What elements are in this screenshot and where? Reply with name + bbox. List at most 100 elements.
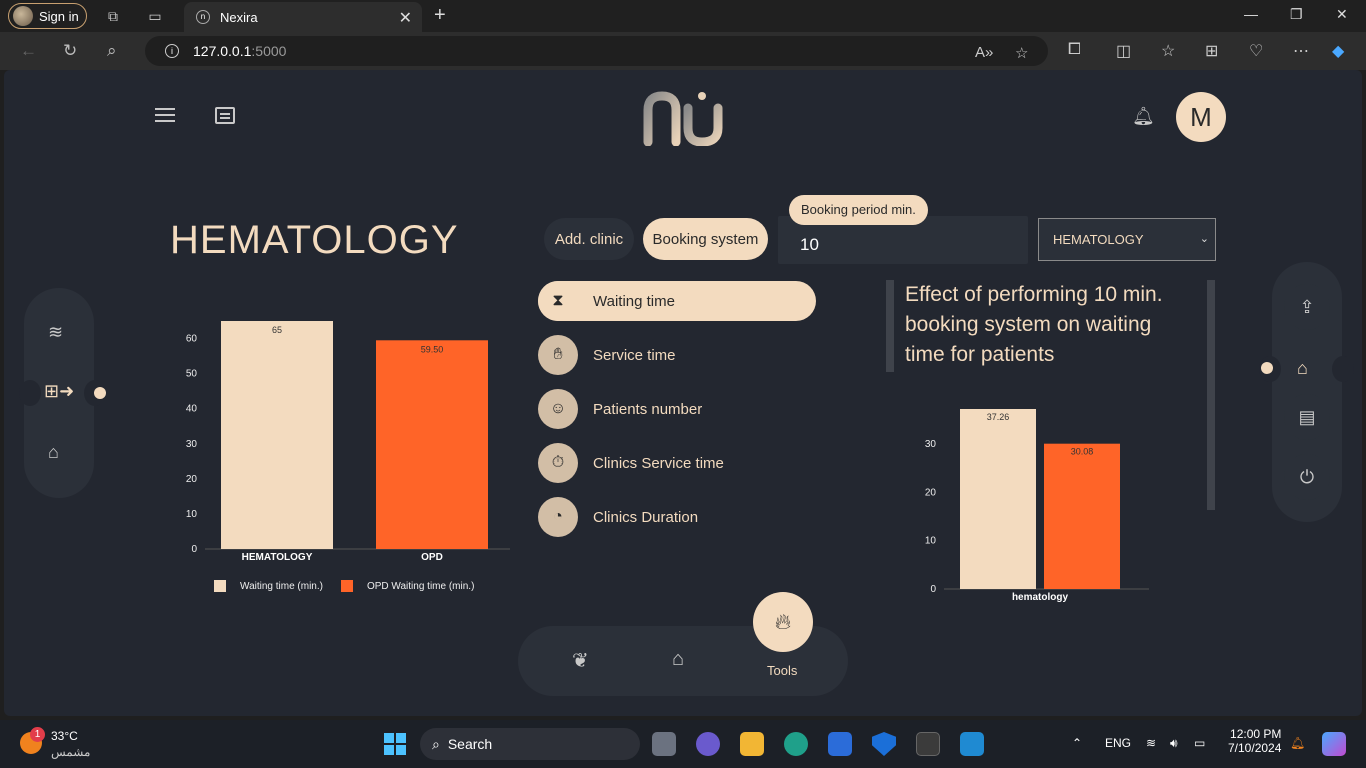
messages-icon[interactable]: [215, 107, 235, 124]
more-menu-icon[interactable]: ⋯: [1293, 41, 1309, 61]
read-aloud-icon[interactable]: A»: [975, 44, 993, 61]
browser-tab[interactable]: n Nexira ✕: [184, 2, 422, 32]
file-explorer-icon[interactable]: [740, 732, 764, 756]
search-icon: ⌕: [432, 735, 440, 752]
terminal-icon[interactable]: [916, 732, 940, 756]
extensions-icon[interactable]: ⧠: [1068, 41, 1081, 59]
vscode-icon[interactable]: [960, 732, 984, 756]
menu-item-clinics-service-time[interactable]: ⏱︎ Clinics Service time: [538, 443, 724, 483]
add-clinic-button[interactable]: Add. clinic: [544, 218, 634, 260]
effect-scrollbar[interactable]: [1207, 280, 1215, 510]
chevron-down-icon: ⌄: [1199, 233, 1209, 245]
copilot-icon[interactable]: ◆: [1332, 41, 1344, 61]
tab-actions-icon[interactable]: ▭: [146, 7, 164, 25]
collections-icon[interactable]: ⊞: [1205, 41, 1218, 61]
menu-item-waiting-time[interactable]: ⧗ Waiting time: [538, 281, 816, 321]
copilot-taskbar-icon[interactable]: [1322, 732, 1346, 756]
power-icon[interactable]: ⏻: [1284, 454, 1330, 500]
language-indicator[interactable]: ENG: [1105, 736, 1131, 750]
defender-icon[interactable]: [872, 732, 896, 756]
taskbar-search[interactable]: ⌕ Search: [420, 728, 640, 760]
restore-icon[interactable]: ❐: [1290, 6, 1303, 23]
notification-bell-icon[interactable]: 🔔︎: [1290, 736, 1305, 750]
menu-item-service-time[interactable]: ✋︎ Service time: [538, 335, 676, 375]
y-tick-label: 50: [186, 369, 198, 380]
y-tick-label: 30: [925, 439, 937, 450]
teams-icon[interactable]: [696, 732, 720, 756]
weather-temperature: 33°C: [51, 729, 78, 743]
menu-item-clinics-duration[interactable]: ◔ Clinics Duration: [538, 497, 698, 537]
home-icon[interactable]: ⌂: [672, 648, 684, 671]
tray-overflow-icon[interactable]: ⌃: [1072, 736, 1082, 750]
y-tick-label: 20: [925, 487, 937, 498]
favorites-icon[interactable]: ☆: [1161, 41, 1175, 61]
add-clinic-arrow-icon[interactable]: ⊞➜: [44, 381, 74, 402]
effect-description: Effect of performing 10 min. booking sys…: [905, 283, 1163, 366]
favorite-star-icon[interactable]: ☆: [1015, 44, 1028, 62]
hospital-add-icon[interactable]: ⌂: [48, 442, 59, 463]
left-rail-indicator: [94, 387, 106, 399]
volume-icon[interactable]: 🔊︎: [1170, 736, 1178, 751]
bar: [1044, 443, 1120, 589]
right-rail-notch-right: [1332, 356, 1354, 382]
workspaces-icon[interactable]: ⧉: [104, 7, 122, 25]
upload-file-icon[interactable]: ⇪: [1284, 284, 1330, 330]
stopwatch-icon: ⏱︎: [538, 443, 578, 483]
edge-icon[interactable]: [784, 732, 808, 756]
task-view-icon[interactable]: [652, 732, 676, 756]
service-hand-icon: ✋︎: [538, 335, 578, 375]
site-info-icon[interactable]: i: [165, 44, 179, 58]
notifications-bell-icon[interactable]: 🔔︎: [1132, 106, 1155, 127]
menu-label: Patients number: [593, 400, 703, 418]
url-port: :5000: [251, 43, 287, 59]
y-tick-label: 30: [186, 439, 198, 450]
booking-system-button[interactable]: Booking system: [643, 218, 768, 260]
windows-taskbar: 1 33°C مشمس ⌕ Search ⌃ ENG ≋ 🔊︎ ▭ 12:00 …: [0, 720, 1366, 768]
clinic-select[interactable]: HEMATOLOGY ⌄: [1038, 218, 1216, 261]
start-button[interactable]: [384, 733, 406, 755]
search-icon[interactable]: ⌕: [107, 41, 117, 61]
minimize-icon[interactable]: —: [1244, 6, 1258, 22]
chart-trend-icon[interactable]: ≋: [48, 322, 63, 343]
close-window-icon[interactable]: ✕: [1336, 6, 1348, 23]
back-icon[interactable]: ←: [20, 41, 37, 61]
clock-time: 12:00 PM: [1230, 727, 1282, 741]
url-field[interactable]: i 127.0.0.1:5000 A» ☆: [145, 36, 1048, 66]
hamburger-menu-icon[interactable]: [155, 108, 175, 126]
legend-label-opd: OPD Waiting time (min.): [366, 580, 475, 592]
bar-value-label: 59.50: [421, 344, 444, 354]
sign-in-label: Sign in: [39, 8, 79, 24]
new-tab-icon[interactable]: +: [434, 4, 446, 27]
menu-label: Clinics Service time: [593, 454, 724, 472]
health-icon[interactable]: ♡: [1249, 41, 1263, 61]
left-rail-notch: [19, 380, 41, 406]
clock-date: 7/10/2024: [1228, 741, 1282, 755]
menu-item-patients-number[interactable]: ☺ Patients number: [538, 389, 702, 429]
store-icon[interactable]: [828, 732, 852, 756]
wifi-icon[interactable]: ≋: [1146, 736, 1156, 750]
battery-icon[interactable]: ▭: [1194, 736, 1205, 750]
user-avatar[interactable]: M: [1176, 92, 1226, 142]
y-tick-label: 10: [186, 509, 198, 520]
refresh-icon[interactable]: ↻: [63, 41, 77, 61]
weather-badge: 1: [30, 727, 45, 742]
bar: [376, 340, 488, 549]
app-page: 🔔︎ M HEMATOLOGY Add. clinic Booking syst…: [4, 70, 1362, 716]
y-tick-label: 0: [930, 584, 936, 595]
document-icon[interactable]: ▤: [1284, 394, 1330, 440]
right-rail-indicator: [1261, 362, 1273, 374]
tools-label: Tools: [767, 663, 798, 678]
menu-label: Service time: [593, 346, 676, 364]
home-info-icon[interactable]: ⌂: [1297, 358, 1308, 379]
sign-in-button[interactable]: Sign in: [8, 3, 87, 29]
tools-fire-button[interactable]: 🔥︎: [753, 592, 813, 652]
address-bar-row: ← ↻ ⌕ i 127.0.0.1:5000 A» ☆ ⧠ ◫ ☆ ⊞ ♡ ⋯ …: [0, 32, 1366, 70]
split-screen-icon[interactable]: ◫: [1116, 41, 1131, 61]
leaf-icon[interactable]: ❦: [572, 648, 589, 673]
close-tab-icon[interactable]: ✕: [399, 8, 412, 28]
bar: [960, 409, 1036, 589]
url-host: 127.0.0.1: [193, 43, 252, 59]
bar: [221, 321, 333, 549]
search-label: Search: [447, 736, 493, 752]
taskbar-clock[interactable]: 12:00 PM 7/10/2024: [1228, 727, 1281, 755]
